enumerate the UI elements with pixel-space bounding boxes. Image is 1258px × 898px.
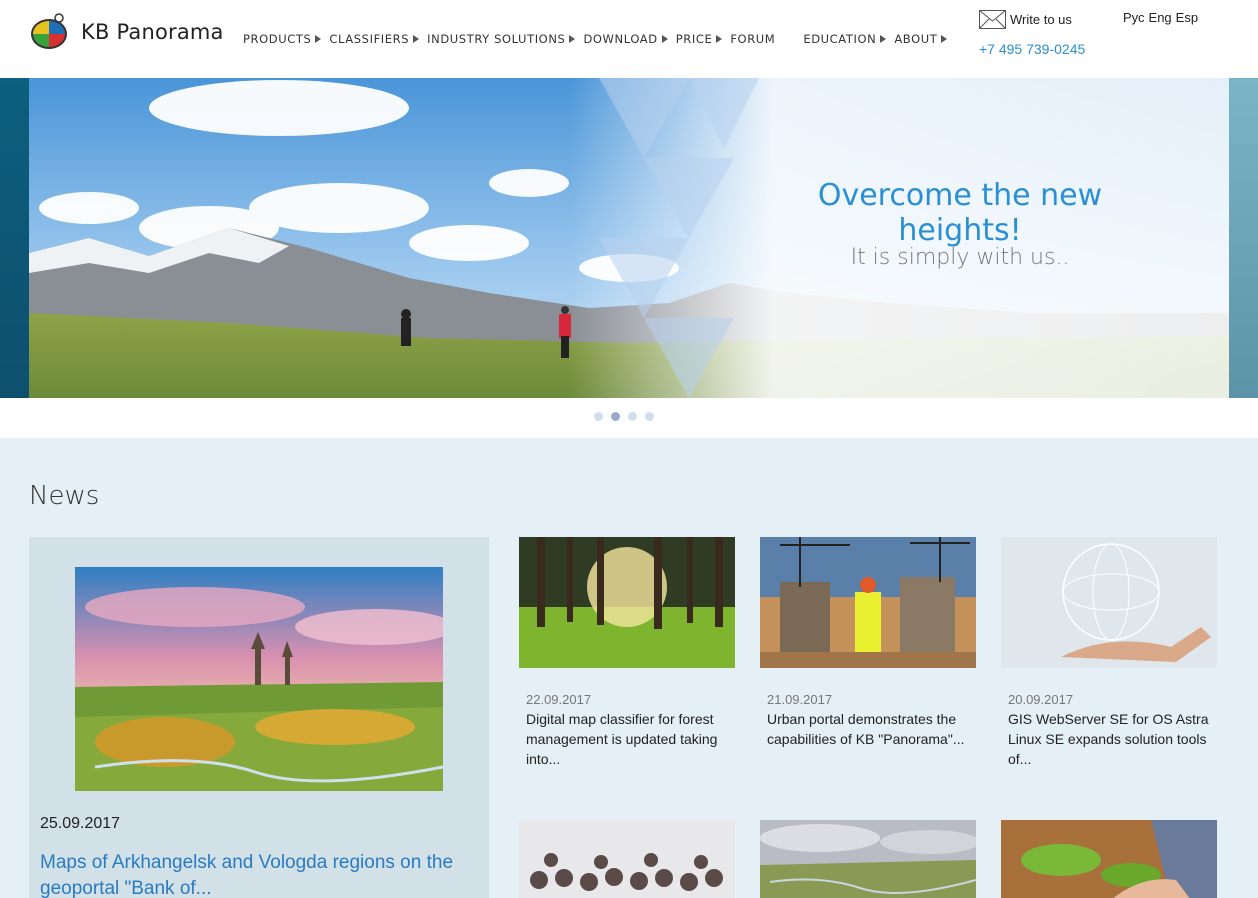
slider-dot-1[interactable] <box>594 412 603 421</box>
next-slide-peek[interactable] <box>1229 78 1258 398</box>
triangle-right-icon <box>413 35 420 43</box>
news-card-image[interactable] <box>760 820 976 898</box>
news-card-title[interactable]: Urban portal demonstrates the capabiliti… <box>767 709 972 749</box>
nav-item-label: PRICE <box>675 32 713 46</box>
site-header: KB Panorama PRODUCTS CLASSIFIERS INDUSTR… <box>0 0 1258 78</box>
lang-en[interactable]: Eng <box>1149 10 1172 25</box>
news-section: News 25.09.2017 Maps of Arkhangelsk and … <box>0 438 1258 898</box>
nav-item-label: EDUCATION <box>803 32 877 46</box>
news-card-title[interactable]: Digital map classifier for forest manage… <box>526 709 731 769</box>
slider-dots <box>594 412 654 421</box>
news-card-image[interactable] <box>760 537 976 668</box>
triangle-right-icon <box>941 35 948 43</box>
nav-item-industry-solutions[interactable]: INDUSTRY SOLUTIONS <box>427 32 576 46</box>
lang-es[interactable]: Esp <box>1176 10 1198 25</box>
news-card-date: 21.09.2017 <box>767 692 833 707</box>
news-card-image[interactable] <box>1001 820 1217 898</box>
featured-news-image[interactable] <box>75 567 443 791</box>
phone-link[interactable]: +7 495 739-0245 <box>979 41 1085 57</box>
triangle-right-icon <box>716 35 723 43</box>
triangle-right-icon <box>569 35 576 43</box>
nav-item-label: PRODUCTS <box>243 32 312 46</box>
news-heading: News <box>29 481 100 511</box>
lang-ru[interactable]: Рус <box>1123 10 1145 25</box>
nav-item-about[interactable]: ABOUT <box>894 32 948 46</box>
nav-item-label: ABOUT <box>894 32 938 46</box>
nav-item-price[interactable]: PRICE <box>676 32 723 46</box>
nav-item-label: DOWNLOAD <box>583 32 658 46</box>
news-card[interactable]: 22.09.2017 Digital map classifier for fo… <box>519 537 735 769</box>
triangle-right-icon <box>661 35 668 43</box>
news-card[interactable]: 21.09.2017 Urban portal demonstrates the… <box>760 537 976 749</box>
slider-dot-2[interactable] <box>611 412 620 421</box>
banner-title: Overcome the new heights! <box>817 178 1103 248</box>
logo[interactable]: KB Panorama <box>29 12 224 52</box>
nav-item-education[interactable]: EDUCATION <box>803 32 887 46</box>
triangle-right-icon <box>315 35 322 43</box>
triangle-right-icon <box>880 35 887 43</box>
write-to-us-link[interactable]: Write to us <box>979 10 1072 29</box>
nav-item-label: CLASSIFIERS <box>329 32 410 46</box>
featured-news-title-link[interactable]: Maps of Arkhangelsk and Vologda regions … <box>40 850 480 898</box>
news-card-title[interactable]: GIS WebServer SE for OS Astra Linux SE e… <box>1008 709 1213 769</box>
nav-item-classifiers[interactable]: CLASSIFIERS <box>329 32 420 46</box>
main-nav: PRODUCTS CLASSIFIERS INDUSTRY SOLUTIONS … <box>243 32 948 46</box>
news-card-image[interactable] <box>1001 537 1217 668</box>
slider-dot-4[interactable] <box>645 412 654 421</box>
brand-name: KB Panorama <box>81 20 224 44</box>
news-card[interactable]: 20.09.2017 GIS WebServer SE for OS Astra… <box>1001 537 1217 769</box>
nav-item-forum[interactable]: FORUM <box>730 32 775 46</box>
logo-icon <box>31 13 67 49</box>
language-switcher: Рус Eng Esp <box>1123 10 1198 25</box>
news-card-date: 22.09.2017 <box>526 692 592 707</box>
prev-slide-peek[interactable] <box>0 78 29 398</box>
hero-banner: Overcome the new heights! It is simply w… <box>0 78 1258 398</box>
nav-item-download[interactable]: DOWNLOAD <box>583 32 668 46</box>
write-to-us-label: Write to us <box>1010 12 1072 27</box>
slider-dot-3[interactable] <box>628 412 637 421</box>
featured-news-date: 25.09.2017 <box>40 815 121 832</box>
news-card-image[interactable] <box>519 820 735 898</box>
nav-item-label: FORUM <box>730 32 776 46</box>
news-card-image[interactable] <box>519 537 735 668</box>
news-card-date: 20.09.2017 <box>1008 692 1074 707</box>
banner-subtitle: It is simply with us.. <box>850 245 1070 270</box>
envelope-icon <box>979 10 1006 29</box>
nav-item-label: INDUSTRY SOLUTIONS <box>427 32 566 46</box>
nav-item-products[interactable]: PRODUCTS <box>243 32 322 46</box>
featured-news[interactable]: 25.09.2017 Maps of Arkhangelsk and Volog… <box>29 537 489 898</box>
